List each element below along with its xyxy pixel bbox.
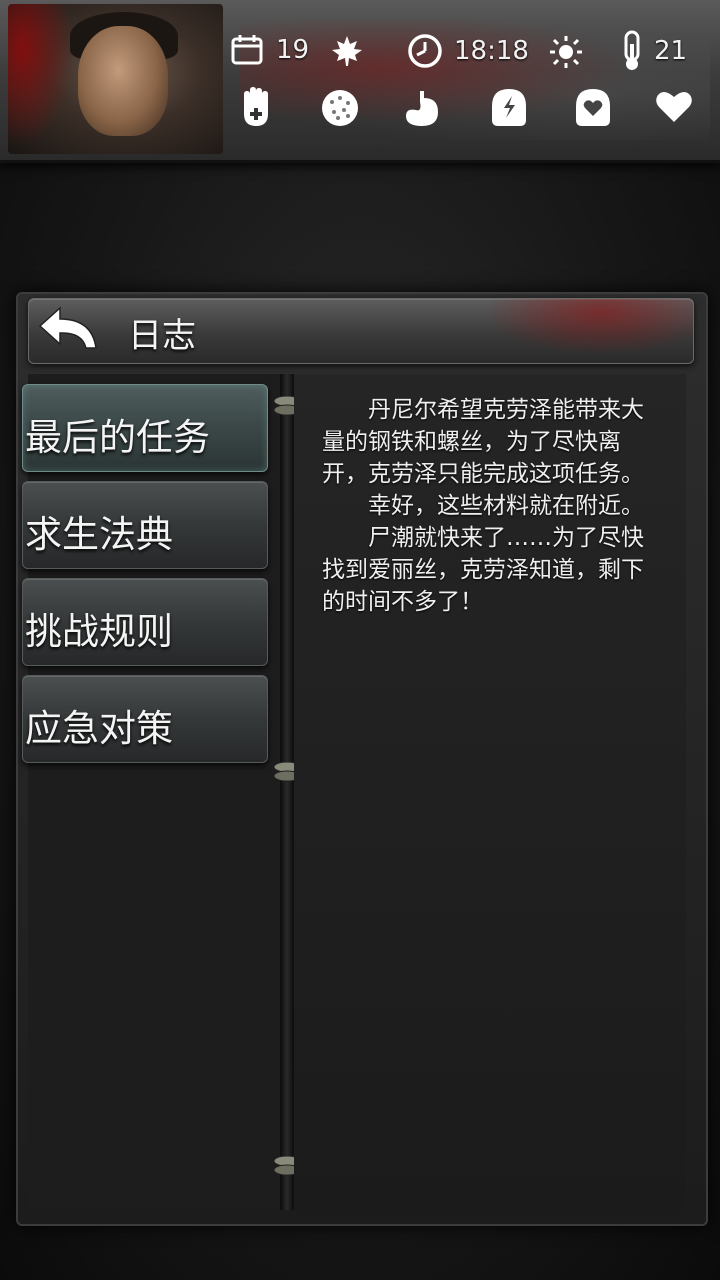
journal-title: 日志 — [128, 316, 196, 356]
mental-status[interactable] — [488, 86, 530, 128]
stomach-icon — [406, 91, 438, 126]
mental-icon — [492, 89, 526, 126]
book-spine — [280, 374, 294, 1210]
menu-item-emergency-measures[interactable]: 应急对策 — [22, 675, 268, 763]
menu-item-label: 应急对策 — [25, 707, 173, 750]
weather-indicator — [548, 34, 584, 70]
heart-icon — [656, 91, 692, 122]
menu-item-challenge-rules[interactable]: 挑战规则 — [22, 578, 268, 666]
maple-leaf-icon — [332, 36, 362, 66]
journal-paragraph: 幸好，这些材料就在附近。 — [368, 493, 644, 519]
sun-icon — [550, 36, 582, 68]
journal-paragraph: 丹尼尔希望克劳泽能带来大量的钢铁和螺丝，为了尽快离开，克劳泽只能完成这项任务。 — [322, 397, 644, 487]
fatigue-status[interactable] — [320, 88, 360, 128]
time-value: 18:18 — [454, 36, 529, 66]
journal-paragraph: 尸潮就快来了……为了尽快找到爱丽丝，克劳泽知道，剩下的时间不多了！ — [322, 525, 644, 615]
character-portrait[interactable] — [8, 4, 223, 154]
calendar-icon — [231, 35, 263, 65]
health-hand-icon — [244, 87, 268, 126]
menu-item-label: 挑战规则 — [25, 610, 173, 653]
back-button[interactable] — [36, 306, 100, 356]
day-value: 19 — [276, 35, 310, 65]
status-hud: 19 18:18 21 — [0, 0, 720, 163]
day-counter: 19 — [230, 32, 309, 68]
mood-status[interactable] — [572, 86, 614, 128]
season-indicator — [330, 34, 364, 68]
clock-icon — [408, 34, 442, 68]
menu-item-survival-guide[interactable]: 求生法典 — [22, 481, 268, 569]
hunger-status[interactable] — [402, 88, 442, 128]
menu-item-final-mission[interactable]: 最后的任务 — [22, 384, 268, 472]
thermometer-icon — [624, 30, 640, 70]
fatigue-icon — [322, 90, 358, 126]
temperature-value: 21 — [654, 36, 688, 66]
temperature-indicator: 21 — [620, 30, 687, 72]
vitality-status[interactable] — [654, 88, 694, 124]
journal-entry: 丹尼尔希望克劳泽能带来大量的钢铁和螺丝，为了尽快离开，克劳泽只能完成这项任务。 … — [322, 394, 658, 618]
back-arrow-icon — [38, 306, 97, 349]
health-status[interactable] — [238, 86, 278, 130]
menu-item-label: 求生法典 — [25, 513, 173, 556]
menu-item-label: 最后的任务 — [25, 416, 210, 459]
clock: 18:18 — [406, 32, 529, 70]
mood-icon — [576, 89, 610, 126]
